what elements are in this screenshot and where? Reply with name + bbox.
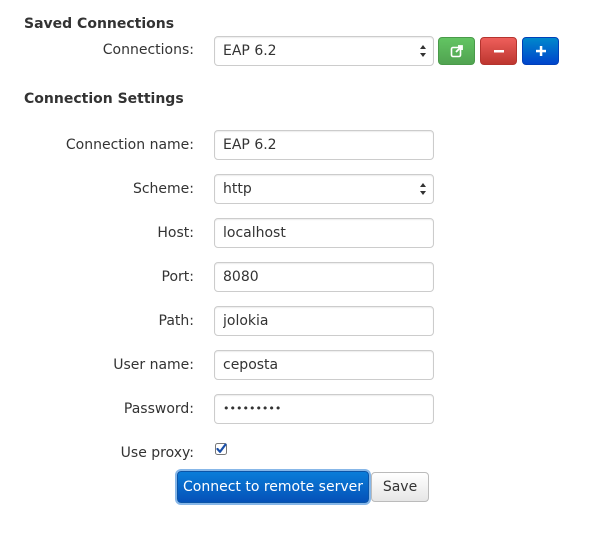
- saved-connections-title: Saved Connections: [24, 16, 175, 32]
- password-input[interactable]: •••••••••: [214, 394, 434, 424]
- select-arrows-icon: [420, 45, 426, 57]
- host-label: Host:: [157, 225, 194, 241]
- external-link-icon: [450, 45, 463, 58]
- user-name-label: User name:: [113, 357, 194, 373]
- plus-icon: [535, 46, 546, 56]
- scheme-label: Scheme:: [132, 181, 194, 197]
- scheme-select-value: http: [223, 181, 252, 197]
- port-input[interactable]: [214, 262, 434, 292]
- use-proxy-checkbox[interactable]: [215, 443, 227, 455]
- connect-remote-button[interactable]: Connect to remote server: [177, 471, 369, 503]
- user-name-input[interactable]: [214, 350, 434, 380]
- connection-name-input[interactable]: [214, 130, 434, 160]
- port-label: Port:: [161, 269, 194, 285]
- save-button[interactable]: Save: [371, 472, 429, 502]
- connection-settings-title: Connection Settings: [24, 91, 184, 107]
- select-arrows-icon: [420, 183, 426, 195]
- add-connection-button[interactable]: [522, 37, 559, 65]
- use-proxy-label: Use proxy:: [120, 445, 194, 461]
- scheme-select[interactable]: http: [214, 174, 434, 204]
- password-label: Password:: [123, 401, 194, 417]
- host-input[interactable]: [214, 218, 434, 248]
- connections-select-value: EAP 6.2: [223, 43, 277, 59]
- connect-saved-button[interactable]: [438, 37, 475, 65]
- connections-label: Connections:: [102, 42, 194, 58]
- path-label: Path:: [158, 313, 194, 329]
- connections-select[interactable]: EAP 6.2: [214, 36, 434, 66]
- connection-name-label: Connection name:: [65, 137, 194, 153]
- path-input[interactable]: [214, 306, 434, 336]
- minus-icon: [493, 50, 504, 53]
- delete-connection-button[interactable]: [480, 37, 517, 65]
